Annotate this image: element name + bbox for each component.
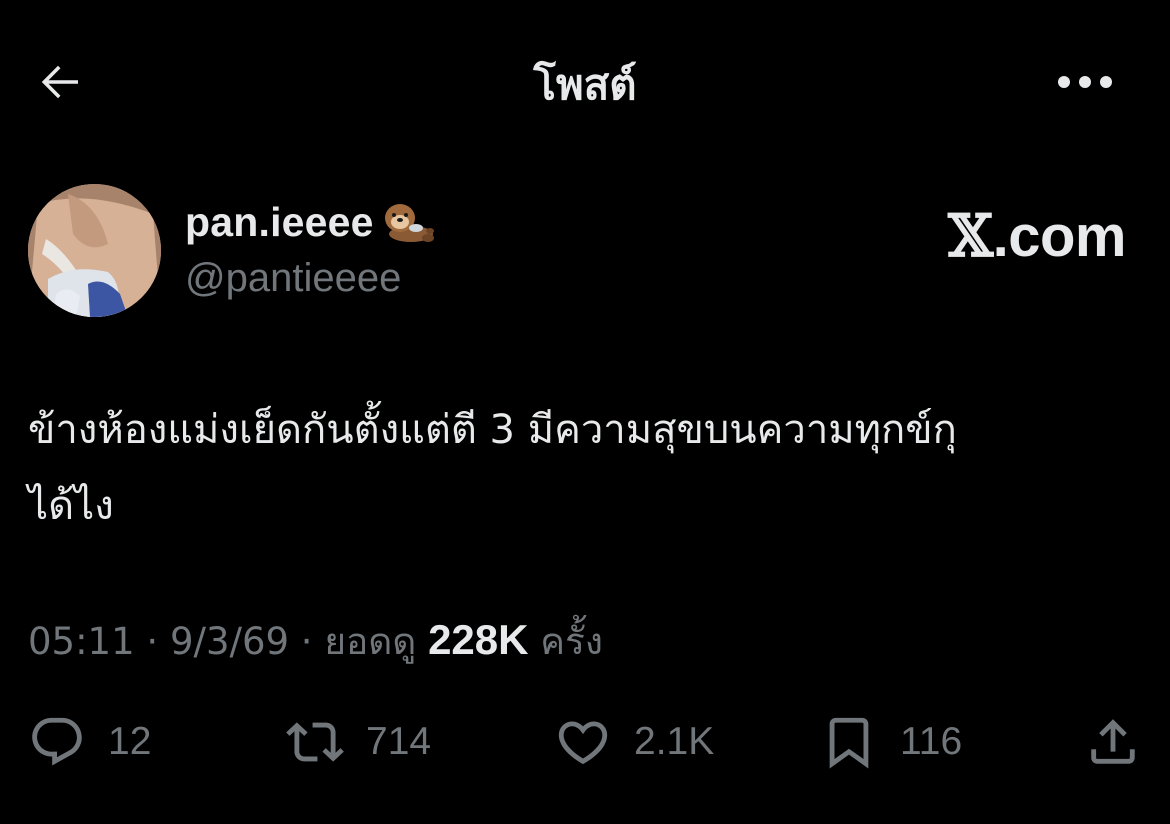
views-count[interactable]: 228K xyxy=(428,616,528,663)
reply-button[interactable]: 12 xyxy=(28,706,151,778)
more-options-button[interactable] xyxy=(1050,52,1120,112)
x-logo: 𝕏 xyxy=(948,202,993,270)
user-handle[interactable]: @pantieeee xyxy=(185,256,401,301)
views-label: ยอดดู xyxy=(324,620,417,663)
post-meta: 05:11 · 9/3/69 · ยอดดู 228K ครั้ง xyxy=(28,612,603,671)
reply-count: 12 xyxy=(108,720,152,763)
repost-button[interactable]: 714 xyxy=(286,706,431,778)
share-icon xyxy=(1091,719,1135,764)
more-horizontal-icon xyxy=(1058,76,1112,88)
like-button[interactable]: 2.1K xyxy=(554,706,714,778)
views-unit: ครั้ง xyxy=(540,620,603,663)
page-title: โพสต์ xyxy=(533,60,637,109)
meta-separator: · xyxy=(134,620,170,663)
brand-watermark: 𝕏.com xyxy=(948,202,1126,270)
brand-domain: .com xyxy=(992,204,1127,269)
top-bar: โพสต์ xyxy=(0,0,1170,160)
post-author: pan.ieeee @pantieeee 𝕏.com xyxy=(28,184,1148,324)
reply-icon xyxy=(32,717,82,766)
otter-emoji-icon xyxy=(384,204,434,242)
heart-icon xyxy=(558,721,608,765)
repost-count: 714 xyxy=(366,720,432,763)
post-text: ข้างห้องแม่งเย็ดกันตั้งแต่ตี 3 มีความสุข… xyxy=(28,407,957,529)
like-count: 2.1K xyxy=(634,720,715,763)
bookmark-count: 116 xyxy=(900,720,963,763)
post-time[interactable]: 05:11 xyxy=(28,620,135,663)
post-date[interactable]: 9/3/69 xyxy=(170,620,289,663)
avatar[interactable] xyxy=(28,184,161,317)
action-bar: 12 714 2.1K 116 xyxy=(0,706,1170,778)
repost-icon xyxy=(286,722,344,762)
bookmark-icon xyxy=(829,717,869,769)
display-name[interactable]: pan.ieeee xyxy=(185,199,374,246)
bookmark-button[interactable]: 116 xyxy=(820,706,962,778)
post-detail-page: โพสต์ pan.ieeee @pantieeee 𝕏.com ข้างห้อ… xyxy=(0,0,1170,824)
share-button[interactable] xyxy=(1084,706,1142,778)
meta-separator: · xyxy=(289,620,325,663)
display-name-row: pan.ieeee xyxy=(185,198,436,246)
avatar-photo xyxy=(28,184,161,317)
